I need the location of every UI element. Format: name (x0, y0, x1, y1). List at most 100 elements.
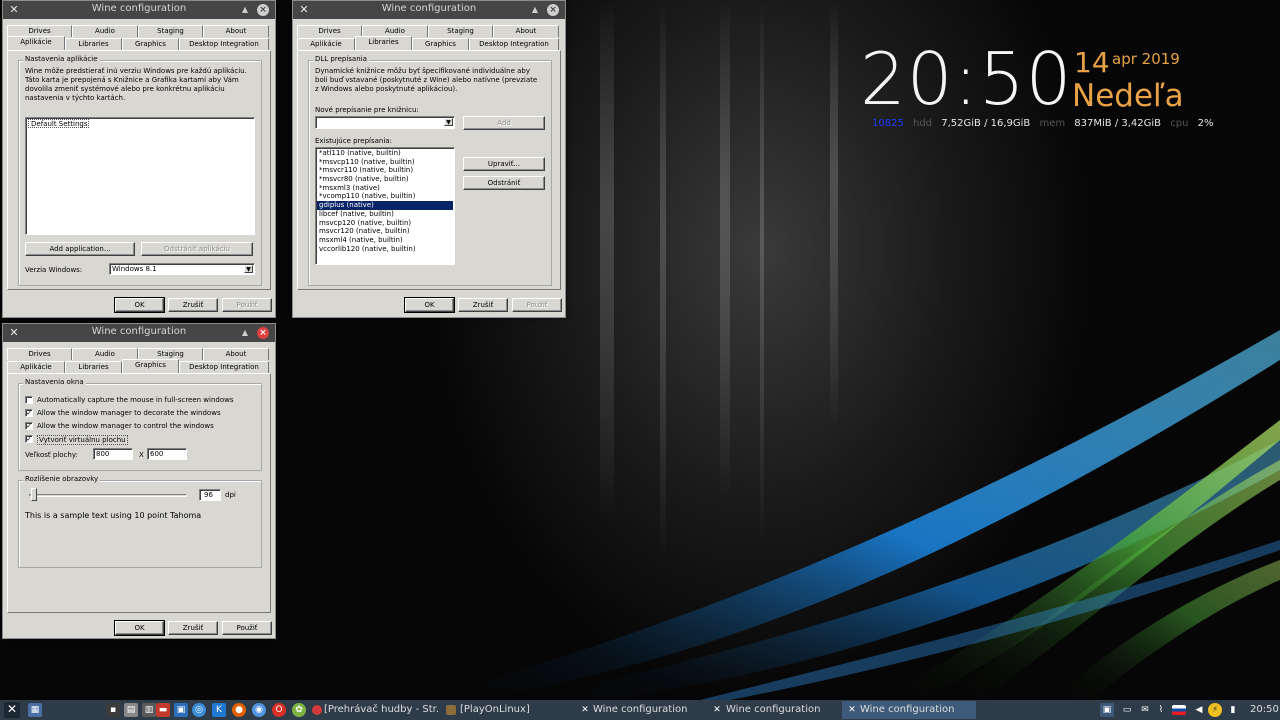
cancel-button[interactable]: Zrušiť (458, 298, 508, 312)
attachment-icon[interactable]: ⌇ (1154, 703, 1168, 717)
windows-version-value: Windows 8.1 (112, 265, 157, 273)
taskbar-task-music-player[interactable]: [Prehrávač hudby - Str... (324, 701, 438, 719)
ok-button[interactable]: OK (114, 620, 165, 636)
opera-icon[interactable]: O (272, 703, 286, 717)
tab-graphics[interactable]: Graphics (122, 38, 179, 50)
taskbar-task-wine-3[interactable]: Wine configuration (842, 701, 976, 719)
add-override-button[interactable]: Add (463, 116, 545, 130)
tab-graphics[interactable]: Graphics (412, 38, 469, 50)
remove-override-button[interactable]: Odstrániť (463, 176, 545, 190)
window-icon[interactable]: ▣ (174, 703, 188, 717)
mixed-icon[interactable]: ▥ (142, 703, 156, 717)
maximize-icon[interactable]: ▲ (239, 327, 251, 339)
tab-staging[interactable]: Staging (428, 25, 493, 37)
tab-desktop-integration[interactable]: Desktop Integration (179, 38, 269, 50)
override-item[interactable]: vccorlib120 (native, builtin) (317, 245, 453, 254)
tab-libraries[interactable]: Libraries (65, 361, 122, 373)
dpi-slider-track[interactable] (29, 494, 187, 497)
apply-button[interactable]: Použiť (222, 298, 272, 312)
override-item[interactable]: *atl110 (native, builtin) (317, 149, 453, 158)
tab-drives[interactable]: Drives (297, 25, 362, 37)
desktop-width-input[interactable]: 800 (93, 448, 133, 460)
desktop-switcher-icon[interactable]: ▦ (28, 703, 42, 717)
ok-button[interactable]: OK (114, 297, 165, 313)
dpi-slider-handle[interactable] (31, 488, 37, 501)
tab-applications[interactable]: Aplikácie (297, 38, 355, 50)
flag-icon[interactable]: ▬ (156, 703, 170, 717)
ok-button[interactable]: OK (404, 297, 455, 313)
power-icon[interactable]: ▮ (1226, 703, 1240, 717)
override-item[interactable]: msvcr120 (native, builtin) (317, 227, 453, 236)
tab-graphics[interactable]: Graphics (122, 359, 179, 373)
tab-drives[interactable]: Drives (7, 348, 72, 360)
window-titlebar[interactable]: ✕ Wine configuration ▲ × (3, 1, 275, 19)
virtual-desktop-checkbox[interactable]: ✓ (25, 435, 33, 443)
taskbar-task-wine-1[interactable]: Wine configuration (593, 701, 703, 719)
tab-libraries[interactable]: Libraries (65, 38, 122, 50)
applications-list[interactable]: Default Settings (25, 117, 255, 235)
chromium-icon[interactable]: ◉ (252, 703, 266, 717)
override-item-selected[interactable]: gdiplus (native) (317, 201, 453, 210)
firefox-icon[interactable]: ● (232, 703, 246, 717)
browser-icon[interactable]: ◎ (192, 703, 206, 717)
volume-icon[interactable]: ◀ (1192, 703, 1206, 717)
palette-icon[interactable]: ✿ (292, 703, 306, 717)
apply-button[interactable]: Použiť (512, 298, 562, 312)
desktop-height-input[interactable]: 600 (147, 448, 187, 460)
override-item[interactable]: libcef (native, builtin) (317, 210, 453, 219)
override-item[interactable]: *msvcr110 (native, builtin) (317, 166, 453, 175)
decorate-windows-checkbox[interactable]: ✓ (25, 409, 33, 417)
taskbar-task-wine-2[interactable]: Wine configuration (726, 701, 836, 719)
window-titlebar[interactable]: ✕ Wine configuration ▲ × (3, 324, 275, 342)
cancel-button[interactable]: Zrušiť (168, 298, 218, 312)
close-icon[interactable]: × (257, 4, 269, 16)
list-item[interactable]: Default Settings (28, 119, 89, 128)
existing-overrides-list[interactable]: *atl110 (native, builtin) *msvcp110 (nat… (315, 147, 455, 265)
maximize-icon[interactable]: ▲ (529, 4, 541, 16)
control-windows-checkbox[interactable]: ✓ (25, 422, 33, 430)
tab-desktop-integration[interactable]: Desktop Integration (469, 38, 559, 50)
override-item[interactable]: *vcomp110 (native, builtin) (317, 192, 453, 201)
tab-desktop-integration[interactable]: Desktop Integration (179, 361, 269, 373)
override-item[interactable]: *msvcr80 (native, builtin) (317, 175, 453, 184)
chevron-down-icon[interactable]: ▼ (444, 118, 453, 126)
show-desktop-icon[interactable]: ▣ (1100, 703, 1114, 717)
tab-about[interactable]: About (203, 25, 269, 37)
tab-libraries[interactable]: Libraries (355, 36, 412, 50)
maximize-icon[interactable]: ▲ (239, 4, 251, 16)
terminal-icon[interactable]: ▪ (106, 703, 120, 717)
file-manager-icon[interactable]: ▤ (124, 703, 138, 717)
tab-about[interactable]: About (493, 25, 559, 37)
remove-application-button[interactable]: Odstrániť aplikáciu (141, 242, 253, 256)
tab-audio[interactable]: Audio (72, 25, 138, 37)
tab-applications[interactable]: Aplikácie (7, 36, 65, 50)
chevron-down-icon[interactable]: ▼ (244, 265, 253, 273)
close-icon[interactable]: × (257, 327, 269, 339)
capture-mouse-label: Automatically capture the mouse in full-… (37, 396, 234, 404)
start-menu-icon[interactable]: ✕ (4, 702, 20, 718)
cancel-button[interactable]: Zrušiť (168, 621, 218, 635)
edit-override-button[interactable]: Upraviť... (463, 157, 545, 171)
windows-version-select[interactable]: Windows 8.1 ▼ (109, 263, 255, 275)
chat-icon[interactable]: ▭ (1120, 703, 1134, 717)
override-item[interactable]: *msvcp110 (native, builtin) (317, 158, 453, 167)
override-item[interactable]: msvcp120 (native, builtin) (317, 219, 453, 228)
add-application-button[interactable]: Add application... (25, 242, 135, 256)
keyboard-layout-flag-icon[interactable] (1172, 705, 1186, 715)
apply-button[interactable]: Použiť (222, 621, 272, 635)
close-icon[interactable]: × (547, 4, 559, 16)
override-item[interactable]: *msxml3 (native) (317, 184, 453, 193)
kde-icon[interactable]: K (212, 703, 226, 717)
capture-mouse-checkbox[interactable] (25, 396, 33, 404)
override-item[interactable]: msxml4 (native, builtin) (317, 236, 453, 245)
tab-applications[interactable]: Aplikácie (7, 361, 65, 373)
window-titlebar[interactable]: ✕ Wine configuration ▲ × (293, 1, 565, 19)
mail-icon[interactable]: ✉ (1138, 703, 1152, 717)
tab-about[interactable]: About (203, 348, 269, 360)
tab-staging[interactable]: Staging (138, 25, 203, 37)
taskbar-clock[interactable]: 20:50 (1250, 701, 1280, 719)
taskbar-task-playonlinux[interactable]: [PlayOnLinux] (460, 701, 560, 719)
update-icon[interactable]: ⚡ (1208, 703, 1222, 717)
new-override-combobox[interactable]: ▼ (315, 116, 455, 129)
dpi-input[interactable]: 96 (199, 489, 221, 501)
